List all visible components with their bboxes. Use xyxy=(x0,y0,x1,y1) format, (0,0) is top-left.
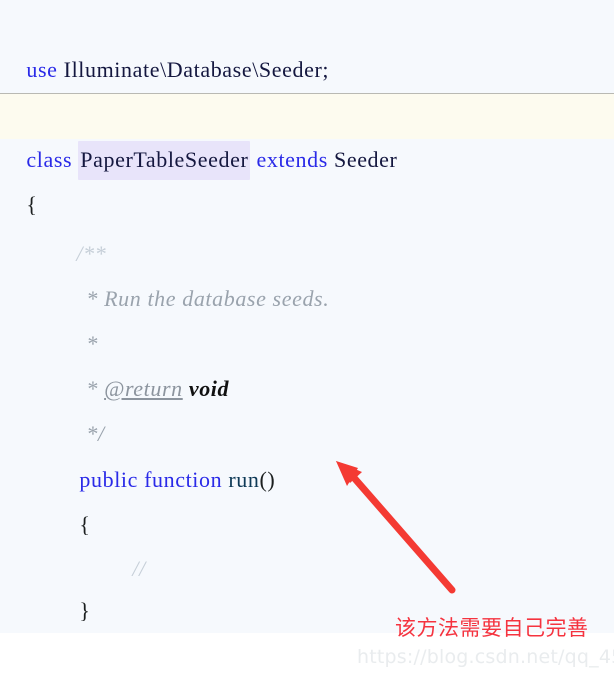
code-line-docblock-close[interactable]: */ xyxy=(0,368,614,446)
code-line-method-signature[interactable]: public function run() xyxy=(0,414,614,492)
code-editor[interactable]: use Illuminate\Database\Seeder; class Pa… xyxy=(0,0,614,633)
annotation-caption: 该方法需要自己完善 xyxy=(395,616,589,640)
code-line-docblock-blank[interactable]: * xyxy=(0,278,614,356)
code-line-docblock-open[interactable]: /** xyxy=(0,188,614,266)
code-line-docblock-description[interactable]: * Run the database seeds. xyxy=(0,233,614,311)
code-line-class-open-brace[interactable]: { xyxy=(0,139,614,217)
code-line-method-open-brace[interactable]: { xyxy=(0,459,614,537)
code-line-method-body-comment[interactable]: // xyxy=(0,503,614,581)
code-line-docblock-return[interactable]: * @return void xyxy=(0,323,614,401)
code-line-use-statement[interactable]: use Illuminate\Database\Seeder; xyxy=(0,4,614,82)
code-line-blank[interactable] xyxy=(0,48,614,92)
watermark-url: https://blog.csdn.net/qq_45062472 xyxy=(357,646,614,668)
code-line-method-close-brace[interactable]: } xyxy=(0,545,614,623)
code-line-class-declaration[interactable]: class PaperTableSeeder extends Seeder xyxy=(0,93,614,180)
